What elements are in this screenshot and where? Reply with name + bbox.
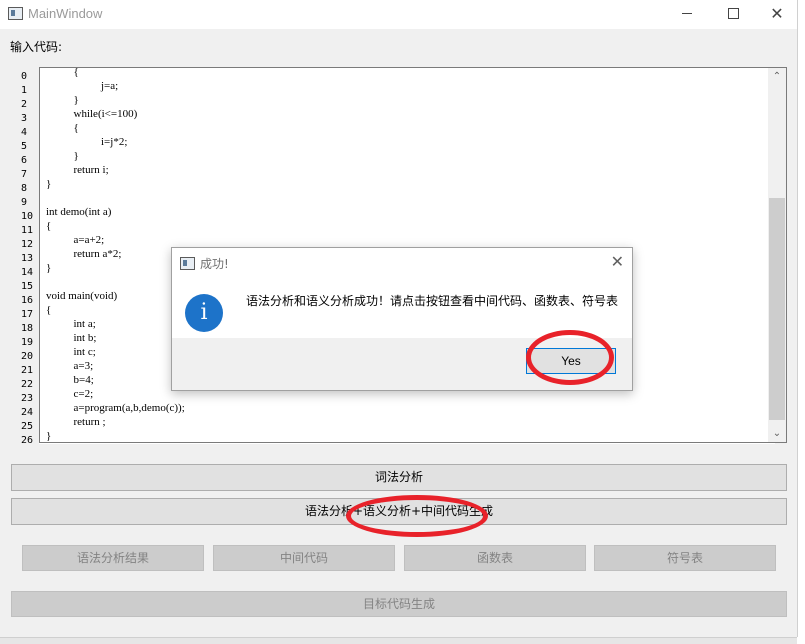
- line-number: 26: [21, 435, 34, 446]
- code-line: }: [46, 262, 52, 274]
- code-line: int b;: [46, 332, 97, 344]
- line-number: 19: [21, 337, 34, 348]
- line-number: 15: [21, 281, 34, 292]
- code-line: }: [46, 150, 79, 162]
- syntax-semantic-analysis-button[interactable]: 语法分析+语义分析+中间代码生成: [11, 498, 787, 525]
- code-line: void main(void): [46, 290, 118, 302]
- line-number: 25: [21, 421, 34, 432]
- scroll-down-icon[interactable]: ⌄: [768, 425, 786, 442]
- scroll-up-icon[interactable]: ⌃: [768, 68, 786, 85]
- line-number: 11: [21, 225, 34, 236]
- line-number: 7: [21, 169, 28, 180]
- dialog-button-area: Yes: [172, 338, 632, 390]
- code-line: {: [46, 220, 52, 232]
- line-number: 17: [21, 309, 34, 320]
- code-line: return ;: [46, 416, 106, 428]
- line-number: 24: [21, 407, 34, 418]
- code-line: j=a;: [46, 80, 119, 92]
- line-number: 2: [21, 99, 28, 110]
- app-window-icon: [8, 7, 23, 20]
- line-number: 4: [21, 127, 28, 138]
- dialog-message: 语法分析和语义分析成功！请点击按钮查看中间代码、函数表、符号表: [246, 294, 619, 308]
- line-number: 16: [21, 295, 34, 306]
- code-line: a=a+2;: [46, 234, 105, 246]
- line-number: 12: [21, 239, 34, 250]
- yes-button[interactable]: Yes: [526, 348, 616, 374]
- line-number: 3: [21, 113, 28, 124]
- line-number: 21: [21, 365, 34, 376]
- dialog-window-icon: [180, 257, 195, 270]
- vertical-scrollbar[interactable]: ⌃ ⌄: [768, 68, 786, 442]
- code-line: int c;: [46, 346, 96, 358]
- input-code-label: 输入代码:: [10, 40, 63, 54]
- line-number: 18: [21, 323, 34, 334]
- code-line: }: [46, 94, 79, 106]
- dialog-title-bar: 成功! ✕: [172, 248, 632, 278]
- code-line: b=4;: [46, 374, 94, 386]
- lexical-analysis-button[interactable]: 词法分析: [11, 464, 787, 491]
- code-line: }: [46, 430, 52, 442]
- line-number: 20: [21, 351, 34, 362]
- code-line: return i;: [46, 164, 109, 176]
- title-bar: MainWindow ✕: [0, 0, 797, 29]
- line-number: 13: [21, 253, 34, 264]
- code-line: c=2;: [46, 388, 94, 400]
- line-number: 14: [21, 267, 34, 278]
- line-number-gutter: 0 1 2 3 4 5 6 7 8 9 10 11 12 13 14 15 16 17 18 19 20 21 22 23 24…: [11, 67, 39, 446]
- maximize-icon: [727, 7, 739, 19]
- code-line: int demo(int a): [46, 206, 112, 218]
- code-line: return a*2;: [46, 248, 122, 260]
- window-title: MainWindow: [28, 6, 103, 21]
- function-table-button[interactable]: 函数表: [404, 545, 586, 571]
- code-line: i=j*2;: [46, 136, 128, 148]
- code-line: {: [46, 67, 79, 78]
- info-icon: i: [185, 294, 223, 332]
- code-line: }: [46, 178, 52, 190]
- line-number: 0: [21, 71, 28, 82]
- target-code-button[interactable]: 目标代码生成: [11, 591, 787, 617]
- line-number: 5: [21, 141, 28, 152]
- line-number: 9: [21, 197, 28, 208]
- line-number: 10: [21, 211, 34, 222]
- code-line: int a;: [46, 318, 96, 330]
- close-button[interactable]: ✕: [754, 0, 800, 29]
- success-dialog: 成功! ✕ i 语法分析和语义分析成功！请点击按钮查看中间代码、函数表、符号表 …: [171, 247, 633, 391]
- dialog-close-icon[interactable]: ✕: [611, 252, 624, 271]
- code-line: a=program(a,b,demo(c));: [46, 402, 185, 414]
- line-number: 22: [21, 379, 34, 390]
- line-number: 6: [21, 155, 28, 166]
- line-number: 1: [21, 85, 28, 96]
- syntax-result-button[interactable]: 语法分析结果: [22, 545, 204, 571]
- code-line: a=3;: [46, 360, 94, 372]
- symbol-table-button[interactable]: 符号表: [594, 545, 776, 571]
- maximize-button[interactable]: [710, 0, 756, 29]
- code-line: {: [46, 122, 79, 134]
- line-number: 23: [21, 393, 34, 404]
- code-line: while(i<=100): [46, 108, 138, 120]
- code-line: {: [46, 304, 52, 316]
- minimize-icon: [682, 12, 692, 14]
- scrollbar-thumb[interactable]: [769, 198, 785, 420]
- dialog-title: 成功!: [200, 257, 229, 271]
- intermediate-code-button[interactable]: 中间代码: [213, 545, 395, 571]
- line-number: 8: [21, 183, 28, 194]
- minimize-button[interactable]: [664, 0, 710, 29]
